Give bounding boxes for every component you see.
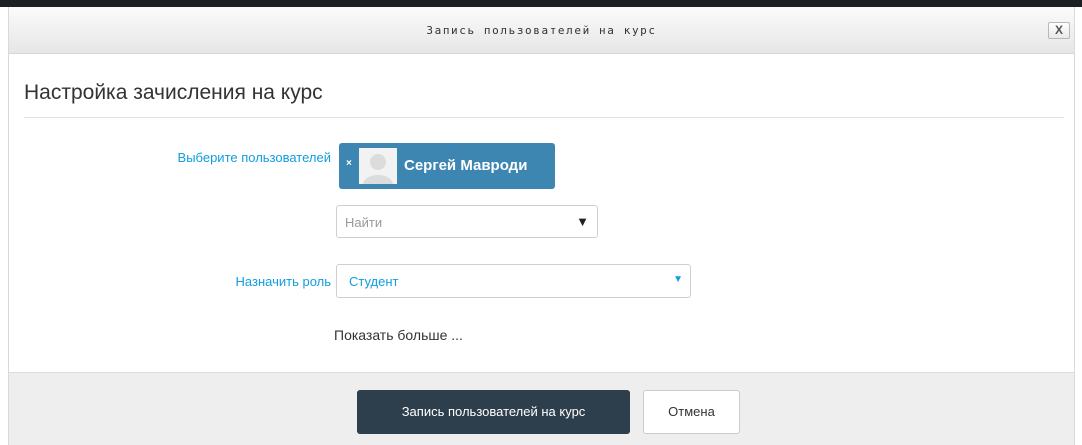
enrol-users-button[interactable]: Запись пользователей на курс [357,390,630,434]
chevron-down-icon: ▼ [673,274,683,285]
close-icon: X [1054,23,1063,37]
dialog-title: Запись пользователей на курс [426,24,657,37]
role-select-value: Студент [349,274,399,289]
close-button[interactable]: X [1048,22,1070,39]
dialog-footer: Запись пользователей на курс Отмена [9,372,1074,445]
select-users-label: Выберите пользователей [177,150,331,165]
window-top-strip [0,0,1082,7]
search-placeholder: Найти [345,215,383,230]
heading-divider [24,117,1064,118]
dialog-titlebar: Запись пользователей на курс X [9,7,1074,54]
show-more-link[interactable]: Показать больше ... [334,327,463,343]
selected-user-chip[interactable]: × Сергей Мавроди [339,143,555,189]
user-search-input[interactable]: Найти ▼ [336,205,598,238]
selected-user-name: Сергей Мавроди [404,157,528,174]
dialog-right-border [1074,7,1082,445]
dialog-left-border [0,7,9,445]
assign-role-label: Назначить роль [235,274,331,289]
remove-user-icon[interactable]: × [346,158,352,169]
form-heading: Настройка зачисления на курс [24,81,323,104]
enrol-dialog: Запись пользователей на курс X Настройка… [0,0,1082,445]
user-avatar-icon [359,148,397,184]
chevron-down-icon[interactable]: ▼ [576,214,589,229]
role-select[interactable]: Студент ▼ [336,264,691,298]
cancel-button[interactable]: Отмена [643,390,740,434]
dialog-body: Настройка зачисления на курс Выберите по… [9,54,1074,372]
avatar [359,148,397,184]
